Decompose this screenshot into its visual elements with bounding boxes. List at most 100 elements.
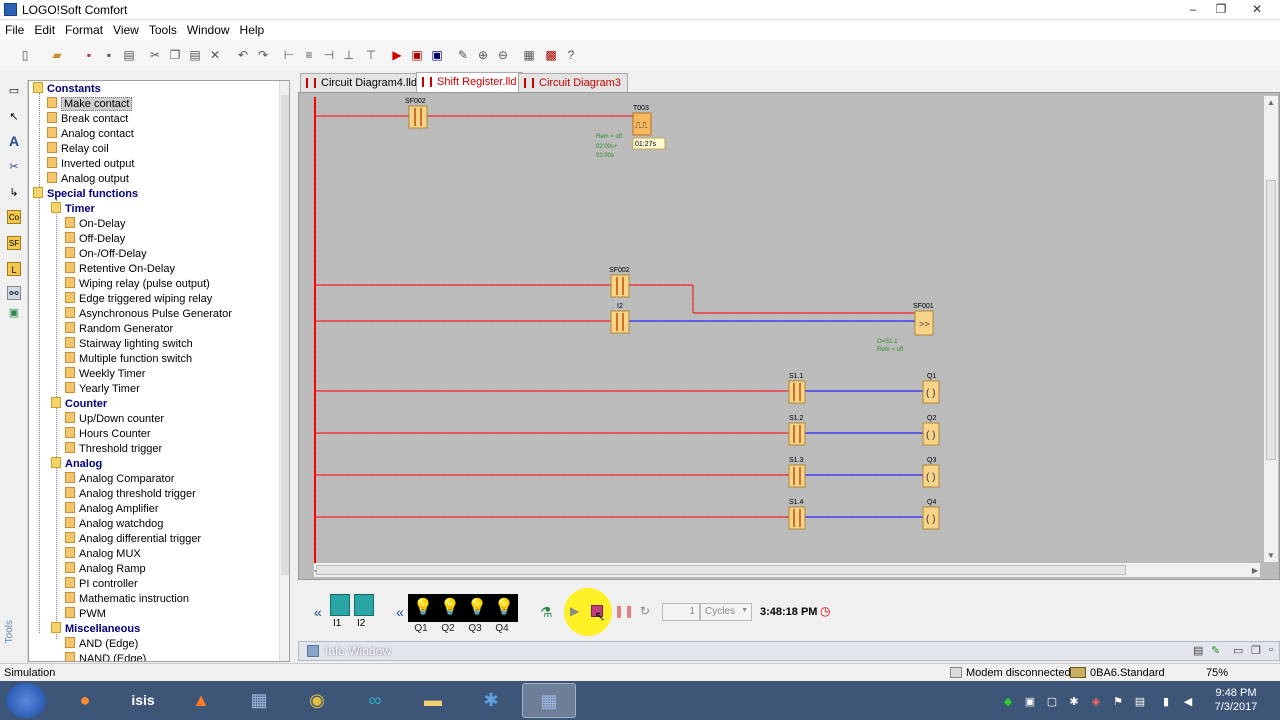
collapse-icon[interactable]: ▭ xyxy=(7,84,21,98)
cycles-input[interactable]: 1 xyxy=(662,603,700,621)
tree-item-make-contact[interactable]: Make contact xyxy=(47,97,133,112)
menu-file[interactable]: File xyxy=(0,20,29,40)
tree-item-stairway-switch[interactable]: Stairway lighting switch xyxy=(65,337,193,352)
constants-tool-icon[interactable]: Co xyxy=(7,210,21,224)
info-window-maximize-icon[interactable]: ❐ xyxy=(1251,644,1261,657)
zoom-out-icon[interactable]: ⊖ xyxy=(496,48,510,62)
tree-item-pi-controller[interactable]: PI controller xyxy=(65,577,138,592)
tree-item-off-delay[interactable]: Off-Delay xyxy=(65,232,125,247)
pointer-icon[interactable]: ↖ xyxy=(7,110,21,124)
tree-item-threshold-trigger[interactable]: Threshold trigger xyxy=(65,442,162,457)
new-file-icon[interactable]: ▯ xyxy=(18,48,32,62)
pen-icon[interactable]: ✎ xyxy=(456,48,470,62)
tree-scrollbar[interactable] xyxy=(279,81,289,661)
contact-sf002-mid[interactable] xyxy=(610,274,630,298)
tree-item-hours-counter[interactable]: Hours Counter xyxy=(65,427,151,442)
save-icon[interactable]: ▪ xyxy=(102,48,116,62)
contact-s1-1[interactable] xyxy=(788,380,806,404)
redo-icon[interactable]: ↷ xyxy=(256,48,270,62)
tray-network-icon[interactable]: ◆ xyxy=(1002,696,1014,708)
canvas-vertical-scrollbar[interactable]: ▲ ▼ xyxy=(1264,96,1278,562)
taskbar-clock[interactable]: 9:48 PM 7/3/2017 xyxy=(1206,686,1266,714)
copy-icon[interactable]: ❐ xyxy=(168,48,182,62)
pause-icon[interactable]: ❚❚ xyxy=(614,604,634,618)
isis-icon[interactable]: isis xyxy=(116,683,170,718)
paste-icon[interactable]: ▤ xyxy=(188,48,202,62)
print-icon[interactable]: ▤ xyxy=(122,48,136,62)
canvas-horizontal-scrollbar[interactable]: ◀ ▶ xyxy=(314,563,1260,577)
tree-item-break-contact[interactable]: Break contact xyxy=(47,112,128,127)
tree-constants[interactable]: Constants xyxy=(33,82,101,97)
tree-timer[interactable]: Timer xyxy=(51,202,95,217)
tree-item-weekly-timer[interactable]: Weekly Timer xyxy=(65,367,145,382)
contact-i2[interactable] xyxy=(610,310,630,334)
tree-item-analog-ramp[interactable]: Analog Ramp xyxy=(65,562,146,577)
info-window-minimize-icon[interactable]: ▭ xyxy=(1233,644,1243,657)
tree-item-async-pulse-generator[interactable]: Asynchronous Pulse Generator xyxy=(65,307,232,322)
firefox-icon[interactable]: ● xyxy=(58,683,112,718)
play-icon[interactable]: ▶ xyxy=(570,604,579,618)
contact-s1-4[interactable] xyxy=(788,506,806,530)
menu-tools[interactable]: Tools xyxy=(144,20,182,40)
tree-item-retentive-on-delay[interactable]: Retentive On-Delay xyxy=(65,262,175,277)
tray-volume-icon[interactable]: ◀ xyxy=(1182,696,1194,708)
scroll-down-icon[interactable]: ▼ xyxy=(1267,551,1275,560)
open-folder-icon[interactable]: ▰ xyxy=(50,48,64,62)
logo-soft-icon[interactable]: ▦ xyxy=(232,683,286,718)
tab-circuit-diagram4[interactable]: Circuit Diagram4.lld xyxy=(300,73,424,92)
connector-icon[interactable]: ✂ xyxy=(7,160,21,174)
tab-shift-register[interactable]: Shift Register.lld xyxy=(416,72,524,93)
logo-soft-active-icon[interactable]: ▦ xyxy=(522,683,576,718)
undo-icon[interactable]: ↶ xyxy=(236,48,250,62)
network-icon[interactable]: ▩ xyxy=(544,48,558,62)
scroll-up-icon[interactable]: ▲ xyxy=(1267,98,1275,107)
contact-sf002-top[interactable] xyxy=(408,105,428,129)
info-window-close-icon[interactable]: ▫ xyxy=(1269,644,1273,656)
network-tool-icon[interactable]: ▣ xyxy=(7,306,21,320)
input-i1-switch[interactable] xyxy=(330,594,350,616)
tab-circuit-diagram3[interactable]: Circuit Diagram3 xyxy=(518,73,628,92)
tree-item-analog-output[interactable]: Analog output xyxy=(47,172,129,187)
fit-view-icon[interactable]: ▦ xyxy=(522,48,536,62)
tray-app-icon[interactable]: ▢ xyxy=(1046,696,1058,708)
scroll-right-icon[interactable]: ▶ xyxy=(1252,566,1258,575)
contact-s1-3[interactable] xyxy=(788,464,806,488)
info-window-bar[interactable]: Info Window ▤ ✎ ▭ ❐ ▫ xyxy=(298,641,1280,661)
step-icon[interactable]: ↻ xyxy=(640,604,650,618)
tree-item-edge-wiping-relay[interactable]: Edge triggered wiping relay xyxy=(65,292,212,307)
menu-window[interactable]: Window xyxy=(182,20,235,40)
power-supply-icon[interactable]: ⚗ xyxy=(540,604,553,621)
distribute-vert-icon[interactable]: ⊤ xyxy=(364,48,378,62)
tree-item-pwm[interactable]: PWM xyxy=(65,607,106,622)
split-icon[interactable]: ↳ xyxy=(7,186,21,200)
diagram-canvas[interactable]: SF002 ⎍⎍ T003 01:27s Rem = off 02:00s+ 0… xyxy=(298,92,1280,580)
tree-item-analog-contact[interactable]: Analog contact xyxy=(47,127,134,142)
menu-format[interactable]: Format xyxy=(60,20,108,40)
zoom-in-icon[interactable]: ⊕ xyxy=(476,48,490,62)
tree-item-yearly-timer[interactable]: Yearly Timer xyxy=(65,382,140,397)
tree-miscellaneous[interactable]: Miscellaneous xyxy=(51,622,140,637)
menu-edit[interactable]: Edit xyxy=(29,20,60,40)
arduino-icon[interactable]: ∞ xyxy=(348,683,402,718)
outputs-collapse-icon[interactable]: « xyxy=(396,604,404,620)
tray-monitor-icon[interactable]: ▣ xyxy=(1024,696,1036,708)
clock-icon[interactable]: ◷ xyxy=(820,604,830,618)
tree-item-inverted-output[interactable]: Inverted output xyxy=(47,157,134,172)
minimize-icon[interactable]: – xyxy=(1182,2,1204,16)
tree-item-on-delay[interactable]: On-Delay xyxy=(65,217,125,232)
tree-item-multiple-function-switch[interactable]: Multiple function switch xyxy=(65,352,192,367)
tree-item-relay-coil[interactable]: Relay coil xyxy=(47,142,109,157)
tray-flag-icon[interactable]: ⚑ xyxy=(1112,696,1124,708)
align-right-icon[interactable]: ⊣ xyxy=(322,48,336,62)
tree-item-analog-mux[interactable]: Analog MUX xyxy=(65,547,141,562)
tree-item-on-off-delay[interactable]: On-/Off-Delay xyxy=(65,247,147,262)
menu-help[interactable]: Help xyxy=(235,20,270,40)
transfer-icon[interactable]: ▣ xyxy=(410,48,424,62)
simulation-icon[interactable]: ▶ xyxy=(390,48,404,62)
tree-item-analog-amplifier[interactable]: Analog Amplifier xyxy=(65,502,159,517)
delete-icon[interactable]: ✕ xyxy=(208,48,222,62)
vscroll-thumb[interactable] xyxy=(1266,180,1276,460)
close-file-icon[interactable]: ▪ xyxy=(82,48,96,62)
tree-item-analog-comparator[interactable]: Analog Comparator xyxy=(65,472,174,487)
tree-analog[interactable]: Analog xyxy=(51,457,102,472)
